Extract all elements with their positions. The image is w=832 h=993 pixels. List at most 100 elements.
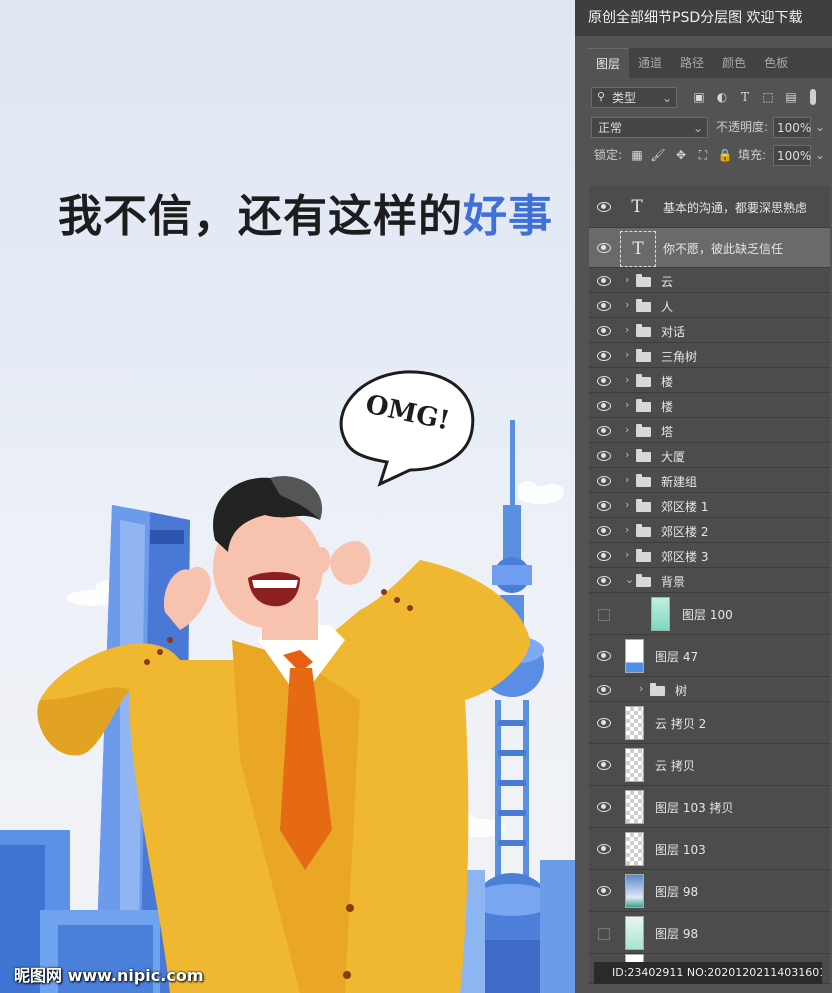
tab-swatches[interactable]: 色板 <box>755 48 797 78</box>
layer-row[interactable]: 图层 98 <box>589 912 830 954</box>
layer-row[interactable]: ⌄ 背景 <box>589 568 830 593</box>
chevron-down-icon: ⌄ <box>661 91 672 105</box>
folder-icon <box>636 274 651 287</box>
chevron-down-icon[interactable]: ⌄ <box>625 573 634 586</box>
layer-row[interactable]: T 你不愿，彼此缺乏信任 <box>589 228 830 268</box>
layer-row[interactable]: 图层 103 <box>589 828 830 870</box>
smart-object-filter-icon[interactable]: ▤ <box>783 86 799 108</box>
fill-label: 填充: <box>738 148 767 162</box>
visibility-eye-icon[interactable] <box>597 551 611 561</box>
layer-name: 楼 <box>661 400 674 414</box>
layer-row[interactable]: › 人 <box>589 293 830 318</box>
chevron-down-icon[interactable]: ⌄ <box>815 144 825 166</box>
visibility-eye-icon[interactable] <box>597 844 611 854</box>
artwork-canvas[interactable]: 我不信，还有这样的好事 OMG! 昵图网 www.nipic.com <box>0 0 575 993</box>
layer-row[interactable]: 云 拷贝 2 <box>589 702 830 744</box>
chevron-right-icon[interactable]: › <box>625 423 629 436</box>
layer-row[interactable]: › 郊区楼 2 <box>589 518 830 543</box>
blend-mode-dropdown[interactable]: 正常 ⌄ <box>591 117 708 138</box>
lock-all-icon[interactable]: 🔒 <box>717 144 733 166</box>
visibility-eye-icon[interactable] <box>597 476 611 486</box>
visibility-eye-icon[interactable] <box>597 276 611 286</box>
visibility-eye-icon[interactable] <box>597 886 611 896</box>
layer-name: 图层 103 <box>655 843 706 857</box>
chevron-down-icon: ⌄ <box>692 121 703 135</box>
layer-row[interactable]: › 楼 <box>589 393 830 418</box>
lock-artboard-icon[interactable]: ⛶ <box>695 144 711 166</box>
layer-row[interactable]: 图层 98 <box>589 870 830 912</box>
layer-row[interactable]: 图层 103 拷贝 <box>589 786 830 828</box>
visibility-eye-icon[interactable] <box>597 401 611 411</box>
type-filter-icon[interactable]: T <box>737 86 753 108</box>
shape-filter-icon[interactable]: ⬚ <box>760 86 776 108</box>
visibility-toggle[interactable] <box>598 609 610 621</box>
layer-name: 郊区楼 1 <box>661 500 709 514</box>
chevron-right-icon[interactable]: › <box>625 398 629 411</box>
fill-input[interactable]: 100% <box>773 145 811 166</box>
layer-row[interactable]: › 郊区楼 1 <box>589 493 830 518</box>
opacity-value: 100% <box>777 121 812 135</box>
visibility-eye-icon[interactable] <box>597 301 611 311</box>
opacity-input[interactable]: 100% <box>773 117 811 138</box>
visibility-eye-icon[interactable] <box>597 718 611 728</box>
layer-row[interactable]: › 郊区楼 3 <box>589 543 830 568</box>
lock-label: 锁定: <box>594 148 623 162</box>
visibility-eye-icon[interactable] <box>597 243 611 253</box>
layer-thumbnail <box>625 639 644 673</box>
layer-name: 郊区楼 2 <box>661 525 709 539</box>
visibility-eye-icon[interactable] <box>597 651 611 661</box>
layer-name: 大厦 <box>661 450 686 464</box>
visibility-eye-icon[interactable] <box>597 451 611 461</box>
tab-color[interactable]: 颜色 <box>713 48 755 78</box>
image-filter-icon[interactable]: ▣ <box>691 86 707 108</box>
tab-channels[interactable]: 通道 <box>629 48 671 78</box>
visibility-eye-icon[interactable] <box>597 426 611 436</box>
chevron-right-icon[interactable]: › <box>625 498 629 511</box>
layer-row[interactable]: › 云 <box>589 268 830 293</box>
visibility-eye-icon[interactable] <box>597 760 611 770</box>
tab-paths[interactable]: 路径 <box>671 48 713 78</box>
layer-row[interactable]: › 树 <box>589 677 830 702</box>
layer-row[interactable]: › 塔 <box>589 418 830 443</box>
chevron-right-icon[interactable]: › <box>625 548 629 561</box>
chevron-right-icon[interactable]: › <box>625 348 629 361</box>
visibility-eye-icon[interactable] <box>597 576 611 586</box>
chevron-right-icon[interactable]: › <box>625 523 629 536</box>
layer-row[interactable]: 图层 47 <box>589 635 830 677</box>
adjustment-filter-icon[interactable]: ◐ <box>714 86 730 108</box>
tab-layers[interactable]: 图层 <box>587 48 630 79</box>
visibility-eye-icon[interactable] <box>597 202 611 212</box>
visibility-eye-icon[interactable] <box>597 526 611 536</box>
chevron-right-icon[interactable]: › <box>625 298 629 311</box>
chevron-right-icon[interactable]: › <box>625 273 629 286</box>
layer-row[interactable]: › 新建组 <box>589 468 830 493</box>
folder-icon <box>636 574 651 587</box>
lock-transparent-icon[interactable]: ▦ <box>629 144 645 166</box>
chevron-down-icon[interactable]: ⌄ <box>815 116 825 138</box>
layer-row[interactable]: T 基本的沟通，都要深思熟虑 <box>589 186 830 228</box>
layer-row[interactable]: › 对话 <box>589 318 830 343</box>
lock-brush-icon[interactable]: 🖌 <box>650 144 666 166</box>
layer-row[interactable]: › 三角树 <box>589 343 830 368</box>
visibility-eye-icon[interactable] <box>597 685 611 695</box>
chevron-right-icon[interactable]: › <box>639 682 643 695</box>
layer-row[interactable]: 云 拷贝 <box>589 744 830 786</box>
headline: 我不信，还有这样的好事 <box>58 180 553 244</box>
folder-icon <box>636 324 651 337</box>
layer-row[interactable]: › 楼 <box>589 368 830 393</box>
visibility-eye-icon[interactable] <box>597 351 611 361</box>
layer-row[interactable]: › 大厦 <box>589 443 830 468</box>
chevron-right-icon[interactable]: › <box>625 373 629 386</box>
chevron-right-icon[interactable]: › <box>625 448 629 461</box>
visibility-toggle[interactable] <box>598 928 610 940</box>
chevron-right-icon[interactable]: › <box>625 323 629 336</box>
filter-toggle-icon[interactable] <box>810 89 816 105</box>
visibility-eye-icon[interactable] <box>597 802 611 812</box>
visibility-eye-icon[interactable] <box>597 501 611 511</box>
layer-row[interactable]: 图层 100 <box>589 593 830 635</box>
lock-position-icon[interactable]: ✥ <box>673 144 689 166</box>
visibility-eye-icon[interactable] <box>597 376 611 386</box>
visibility-eye-icon[interactable] <box>597 326 611 336</box>
layer-name: 三角树 <box>661 350 698 364</box>
chevron-right-icon[interactable]: › <box>625 473 629 486</box>
